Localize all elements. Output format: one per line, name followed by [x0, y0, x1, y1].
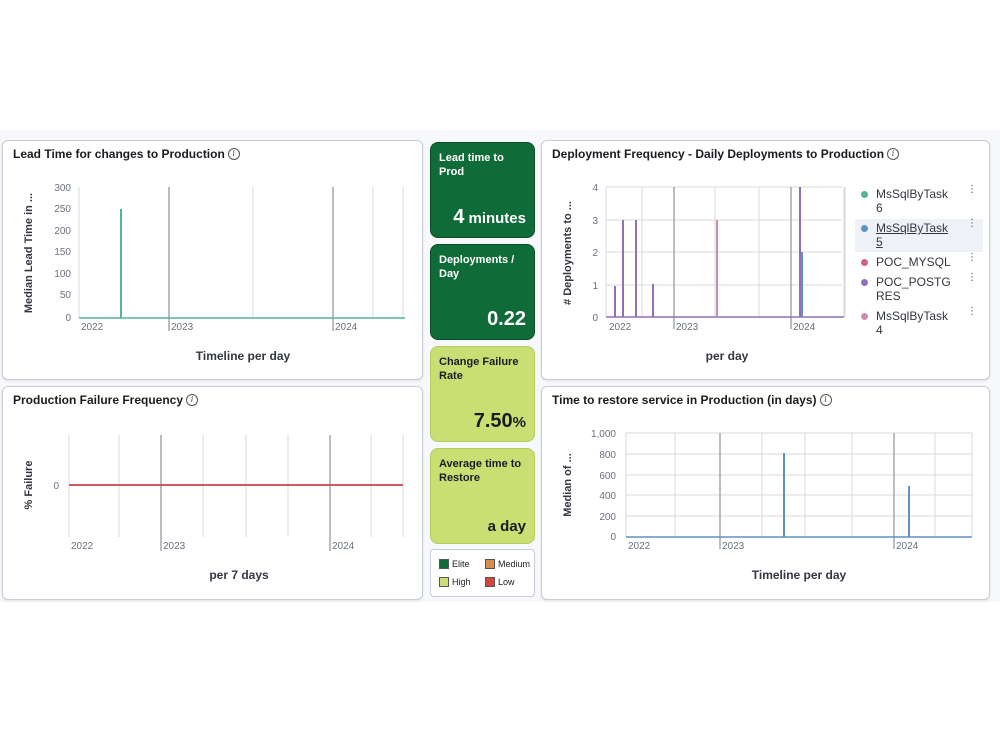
- y-tick-label: 4: [592, 183, 598, 194]
- restore-time-chart: 1,000 800 600 400 200 0 2022 2023 2024 M…: [562, 429, 973, 582]
- lead-time-chart: 300 250 200 150 100 50 0 2022 2023 2024 …: [23, 183, 405, 363]
- y-tick-label: 600: [599, 471, 616, 482]
- metric-number: 7.50: [473, 410, 513, 432]
- x-tick-label: 2024: [896, 541, 919, 552]
- y-tick-label: 2: [592, 248, 598, 259]
- x-tick-label: 2022: [609, 322, 632, 333]
- lead-time-metric-tile[interactable]: Lead time to Prod 4 minutes: [430, 142, 535, 238]
- x-axis-label: per day: [706, 349, 749, 363]
- deployments-metric-tile[interactable]: Deployments / Day 0.22: [430, 244, 535, 340]
- legend-item-label: MsSqlByTask 4: [876, 309, 949, 337]
- metric-value: 0.22: [487, 308, 526, 330]
- metric-label: Lead time to Prod: [439, 152, 504, 178]
- rating-legend: Elite Medium High Low: [430, 549, 535, 597]
- legend-item-label: MsSqlByTask 5: [876, 221, 949, 249]
- y-axis-label: Median Lead Time in ...: [23, 193, 35, 313]
- metric-number: 4: [453, 206, 465, 228]
- series-dot-icon: [861, 191, 868, 198]
- metric-label: Change Failure Rate: [439, 356, 519, 382]
- restore-metric-tile[interactable]: Average time to Restore a day: [430, 448, 535, 544]
- medium-swatch: [485, 559, 495, 569]
- y-tick-label: 0: [592, 313, 598, 324]
- y-tick-label: 100: [54, 269, 71, 280]
- series-dot-icon: [861, 225, 868, 232]
- x-axis-label: Timeline per day: [752, 568, 847, 582]
- metric-unit: minutes: [464, 210, 526, 227]
- high-swatch: [439, 577, 449, 587]
- x-tick-label: 2022: [71, 541, 94, 552]
- metric-value: 7.50%: [474, 410, 526, 433]
- legend-medium: Medium: [485, 559, 530, 569]
- legend-item-mssqlbytask-5[interactable]: MsSqlByTask 5 ⋮: [855, 219, 983, 252]
- x-tick-label: 2023: [171, 322, 194, 333]
- x-tick-label: 2024: [335, 322, 358, 333]
- series-dot-icon: [861, 313, 868, 320]
- failure-rate-metric-tile[interactable]: Change Failure Rate 7.50%: [430, 346, 535, 442]
- legend-label: High: [452, 577, 471, 587]
- y-tick-label: 250: [54, 204, 71, 215]
- x-tick-label: 2024: [332, 541, 355, 552]
- deployment-series-legend: MsSqlByTask 6 ⋮ MsSqlByTask 5 ⋮ POC_MYSQ…: [855, 185, 983, 341]
- metric-label: Deployments / Day: [439, 254, 515, 280]
- y-tick-label: 150: [54, 247, 71, 258]
- y-tick-label: 0: [610, 532, 616, 543]
- metric-value: 4 minutes: [453, 206, 526, 229]
- x-axis-label: Timeline per day: [196, 349, 291, 363]
- legend-item-label: POC_POSTG RES: [876, 275, 951, 303]
- low-swatch: [485, 577, 495, 587]
- y-tick-label: 200: [599, 512, 616, 523]
- y-axis-label: Median of ...: [562, 453, 574, 517]
- x-tick-label: 2022: [628, 541, 651, 552]
- more-options-icon[interactable]: ⋮: [967, 219, 977, 229]
- legend-item-mssqlbytask-4[interactable]: MsSqlByTask 4 ⋮: [855, 307, 983, 340]
- y-tick-label: 0: [53, 481, 59, 492]
- x-tick-label: 2022: [81, 322, 104, 333]
- x-tick-label: 2023: [722, 541, 745, 552]
- legend-label: Medium: [498, 559, 531, 569]
- restore-time-panel[interactable]: Time to restore service in Production (i…: [541, 386, 990, 600]
- lead-time-panel[interactable]: Lead Time for changes to Production i 30…: [2, 140, 423, 380]
- y-tick-label: 200: [54, 226, 71, 237]
- legend-item-label: POC_MYSQL: [876, 255, 951, 269]
- x-tick-label: 2023: [163, 541, 186, 552]
- legend-item-poc-postgres[interactable]: POC_POSTG RES ⋮: [855, 273, 983, 306]
- production-failure-chart: 0 2022 2023 2024 % Failure per 7 days: [23, 435, 404, 582]
- metric-unit: %: [512, 414, 526, 431]
- y-tick-label: 1: [592, 281, 598, 292]
- x-tick-label: 2023: [676, 322, 699, 333]
- legend-elite: Elite: [439, 559, 470, 569]
- series-dot-icon: [861, 279, 868, 286]
- series-dot-icon: [861, 259, 868, 266]
- y-tick-label: 0: [65, 313, 71, 324]
- more-options-icon[interactable]: ⋮: [967, 307, 977, 317]
- legend-label: Low: [498, 577, 515, 587]
- y-tick-label: 3: [592, 216, 598, 227]
- more-options-icon[interactable]: ⋮: [967, 185, 977, 195]
- y-tick-label: 800: [599, 450, 616, 461]
- y-axis-label: % Failure: [23, 461, 35, 510]
- production-failure-panel[interactable]: Production Failure Frequency i 0 2022 20…: [2, 386, 423, 600]
- legend-item-label: MsSqlByTask 6: [876, 187, 949, 215]
- more-options-icon[interactable]: ⋮: [967, 273, 977, 283]
- legend-low: Low: [485, 577, 515, 587]
- metric-value: a day: [487, 518, 526, 535]
- y-tick-label: 400: [599, 491, 616, 502]
- more-options-icon[interactable]: ⋮: [967, 253, 977, 263]
- legend-high: High: [439, 577, 471, 587]
- y-tick-label: 300: [54, 183, 71, 194]
- y-tick-label: 1,000: [591, 429, 616, 440]
- metric-label: Average time to Restore: [439, 458, 522, 484]
- y-axis-label: # Deployments to ...: [562, 201, 574, 305]
- x-axis-label: per 7 days: [209, 568, 269, 582]
- elite-swatch: [439, 559, 449, 569]
- y-tick-label: 50: [60, 290, 72, 301]
- legend-label: Elite: [452, 559, 470, 569]
- x-tick-label: 2024: [793, 322, 816, 333]
- legend-item-mssqlbytask-6[interactable]: MsSqlByTask 6 ⋮: [855, 185, 983, 218]
- legend-item-poc-mysql[interactable]: POC_MYSQL ⋮: [855, 253, 983, 272]
